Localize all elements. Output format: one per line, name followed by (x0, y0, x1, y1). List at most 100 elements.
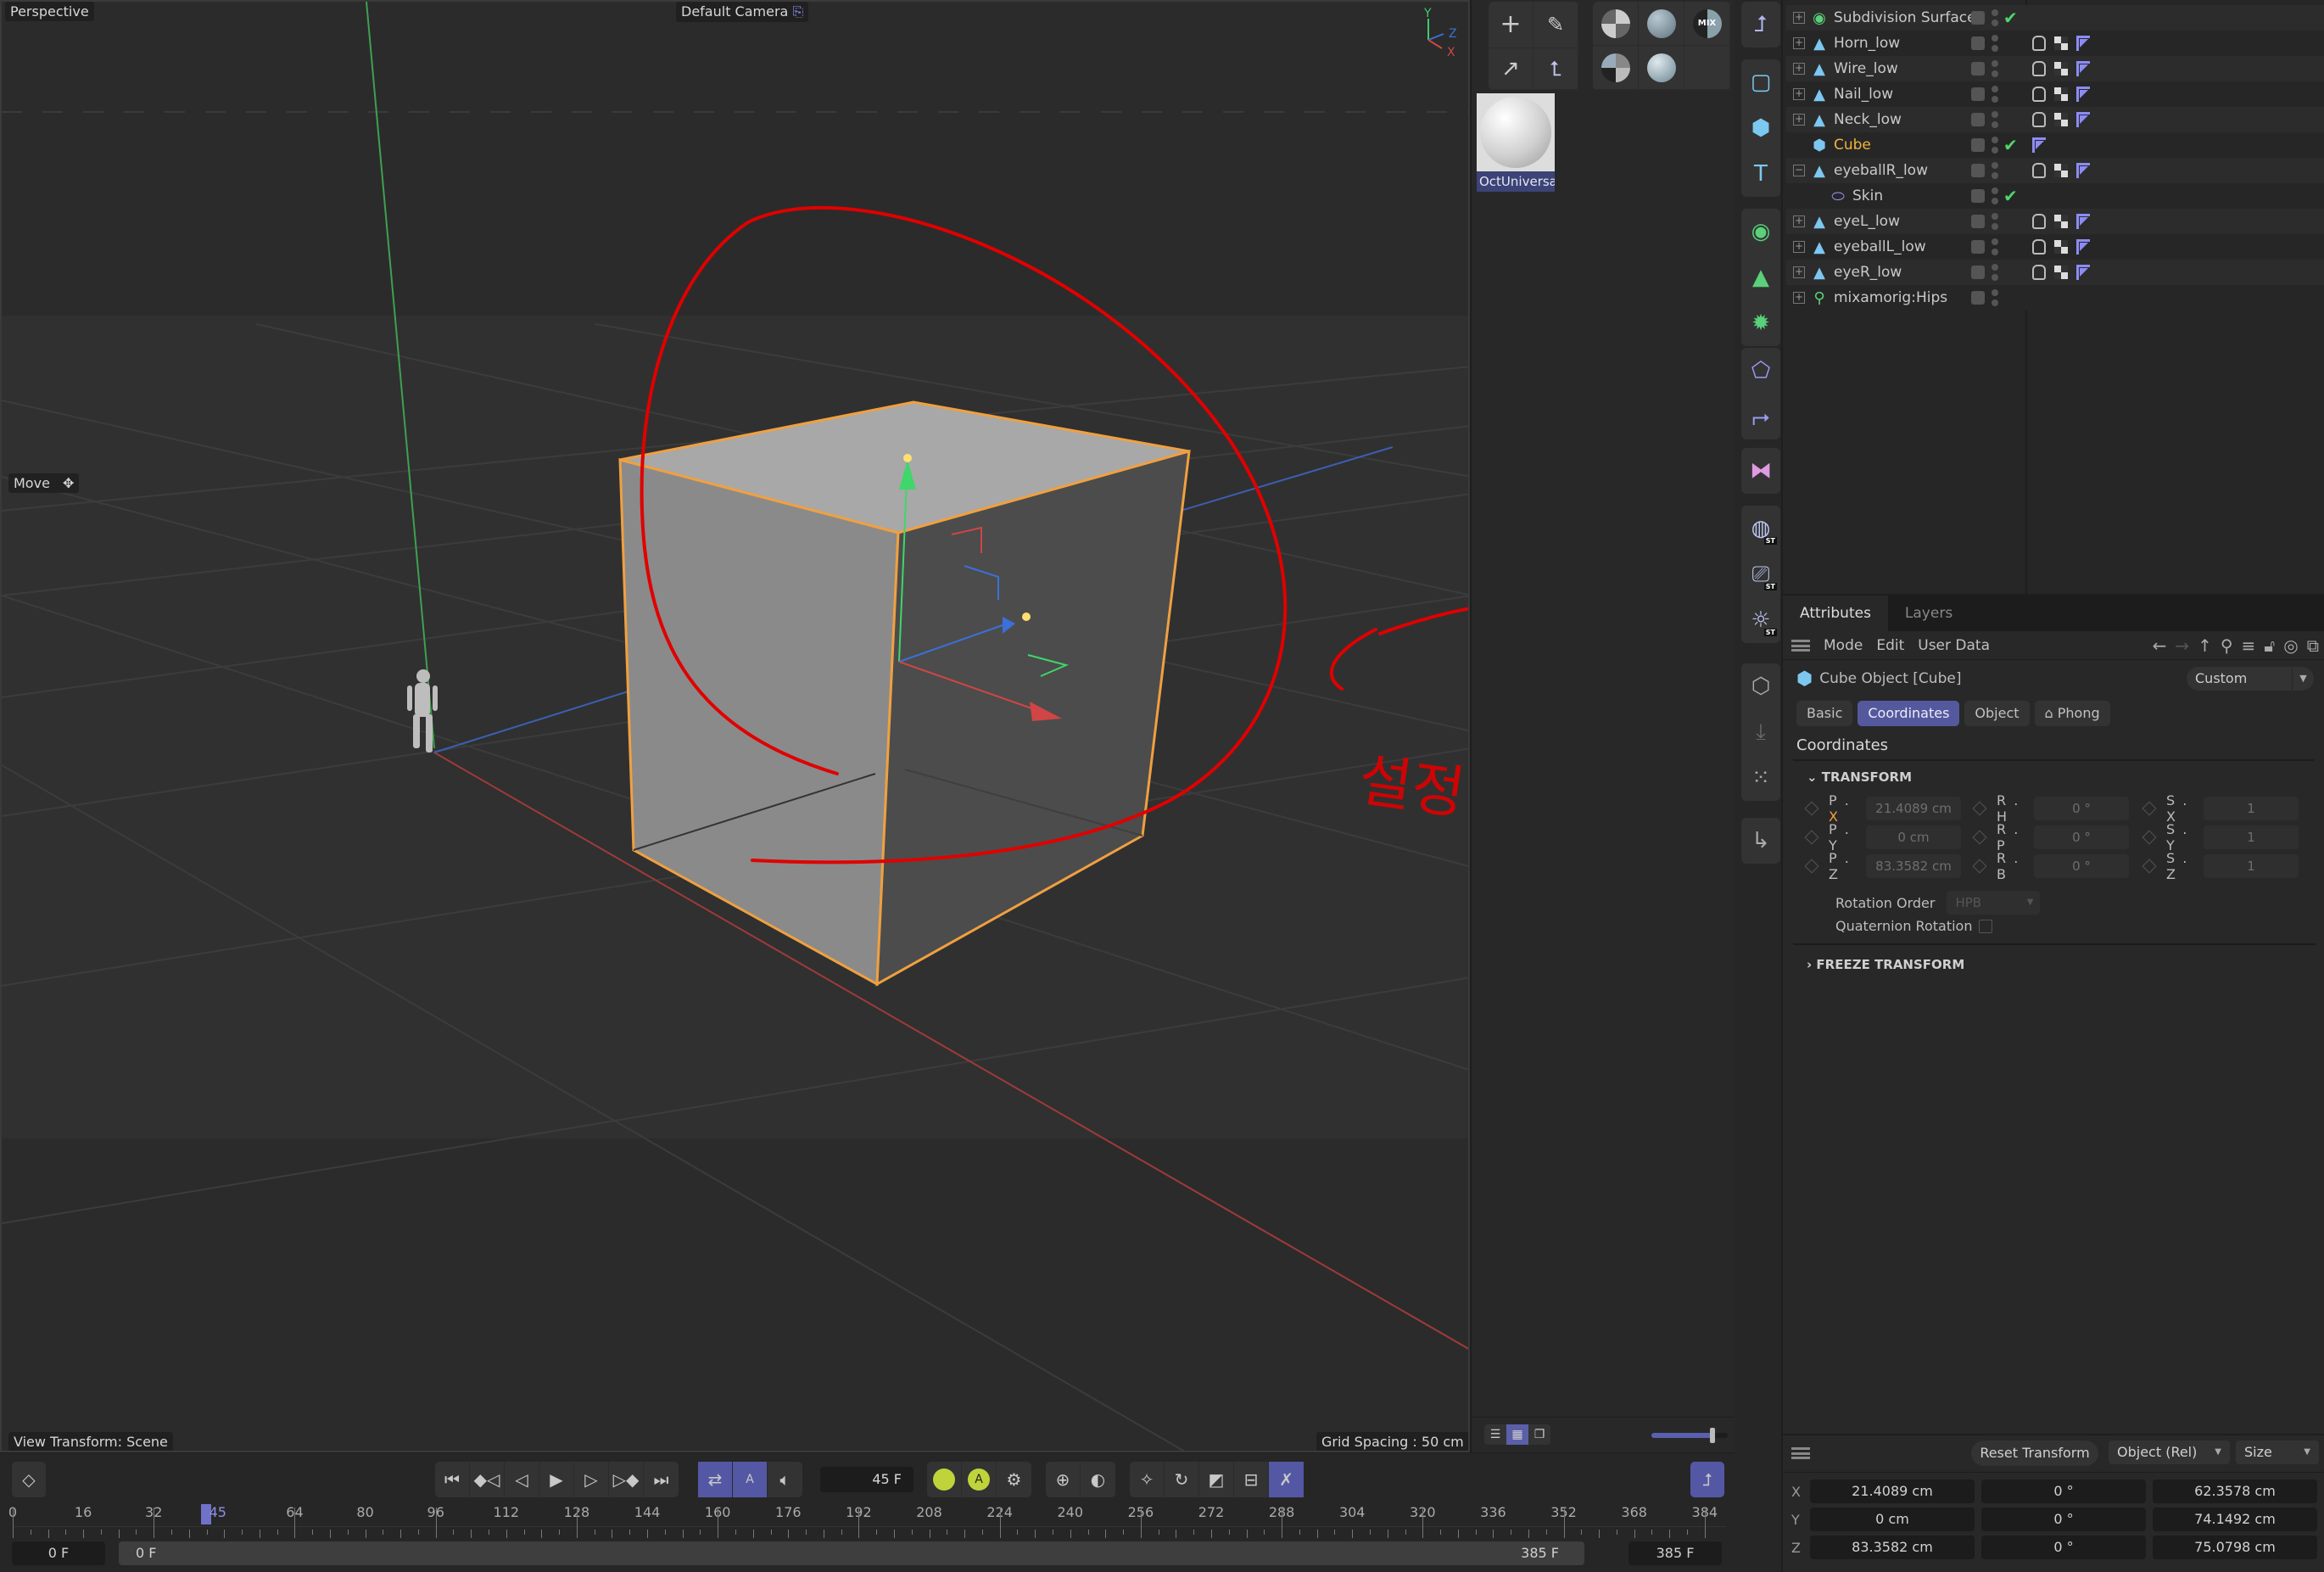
play-button[interactable]: ▶ (539, 1462, 574, 1497)
menu-mode[interactable]: Mode (1824, 637, 1863, 654)
key-parameter-button[interactable]: ⊟ (1234, 1462, 1269, 1497)
reset-transform-button[interactable]: Reset Transform (1971, 1441, 2098, 1466)
position-z-field[interactable]: 83.3582 cm (1866, 854, 1961, 878)
keyframe-icon[interactable] (2142, 801, 2157, 816)
current-frame-field[interactable]: 45 F (820, 1467, 913, 1492)
position-y-field[interactable]: 0 cm (1866, 825, 1961, 849)
rotation-order-select[interactable]: HPB ▼ (1947, 891, 2041, 915)
phong-tag-icon[interactable] (2076, 61, 2090, 76)
hamburger-menu-icon[interactable] (1791, 639, 1810, 652)
object-name[interactable]: Subdivision Surface (1834, 9, 1986, 26)
key-modes-button[interactable]: ◐ (1081, 1462, 1115, 1497)
camera-mode-label[interactable]: Perspective (5, 2, 94, 21)
material-tag-icon[interactable] (2054, 113, 2068, 126)
start-frame-field[interactable]: 0 F (12, 1541, 105, 1565)
end-frame-field[interactable]: 385 F (1628, 1541, 1722, 1565)
phong-tag-icon[interactable] (2076, 87, 2090, 102)
octane-diffuse-button[interactable] (1593, 2, 1639, 46)
keyframe-icon[interactable] (1804, 859, 1819, 874)
protection-tag-icon[interactable] (2032, 36, 2046, 51)
keyframe-button[interactable]: ◇ (12, 1462, 46, 1497)
lock-icon[interactable]: 🔓︎ (2264, 635, 2275, 656)
visibility-dots[interactable] (1992, 60, 1998, 77)
editable-toggle-icon[interactable] (1971, 11, 1985, 25)
editable-toggle-icon[interactable] (1971, 266, 1985, 279)
position-field[interactable]: 21.4089 cm (1810, 1480, 1975, 1503)
keyframe-icon[interactable] (1804, 801, 1819, 816)
light-button[interactable]: ☼ ST (1741, 597, 1780, 643)
previous-key-button[interactable]: ◆◁ (470, 1462, 505, 1497)
object-name[interactable]: Nail_low (1834, 86, 1986, 103)
editable-toggle-icon[interactable] (1971, 87, 1985, 101)
editable-toggle-icon[interactable] (1971, 215, 1985, 228)
keyframe-icon[interactable] (2142, 830, 2157, 845)
object-name[interactable]: eyeL_low (1834, 213, 1986, 230)
object-name[interactable]: mixamorig:Hips (1834, 289, 1986, 306)
visibility-dots[interactable] (1992, 35, 1998, 52)
object-row[interactable]: + ▲ Horn_low (1786, 31, 2324, 56)
phong-tag-icon[interactable] (2076, 163, 2090, 178)
visibility-dots[interactable] (1992, 238, 1998, 255)
menu-user-data[interactable]: User Data (1918, 637, 1990, 654)
new-window-icon[interactable]: ⧉ (2307, 635, 2319, 656)
phong-tag-icon[interactable] (2076, 214, 2090, 229)
rotation-h-field[interactable]: 0 ° (2034, 797, 2129, 820)
expand-icon[interactable]: + (1793, 114, 1805, 126)
import-button[interactable]: ⤓ (1741, 709, 1780, 755)
object-row[interactable]: + ▲ Neck_low (1786, 107, 2324, 132)
octane-mix-button[interactable]: MIX (1684, 2, 1730, 46)
text-tool-button[interactable]: T (1741, 151, 1780, 197)
material-thumbnail[interactable]: OctUniversal (1477, 93, 1555, 192)
visibility-dots[interactable] (1992, 264, 1998, 281)
forward-arrow-icon[interactable]: → (2175, 635, 2189, 656)
playback-rate-button[interactable]: A (733, 1462, 768, 1497)
object-row[interactable]: + ▲ Nail_low (1786, 81, 2324, 107)
protection-tag-icon[interactable] (2032, 214, 2046, 229)
deformer-axis-button[interactable]: ⮣ (1741, 394, 1780, 439)
object-row[interactable]: ⬭ Skin ✔ (1786, 183, 2324, 209)
subdivision-button[interactable]: ◉ (1741, 209, 1780, 255)
key-scale-button[interactable]: ◩ (1199, 1462, 1234, 1497)
spline-tool-button[interactable]: ▢ (1741, 59, 1780, 105)
subtab-phong[interactable]: ⌂ Phong (2034, 701, 2110, 726)
object-row[interactable]: + ◉ Subdivision Surface ✔ (1786, 5, 2324, 31)
editable-toggle-icon[interactable] (1971, 113, 1985, 126)
expand-icon[interactable]: + (1793, 292, 1805, 304)
back-arrow-icon[interactable]: ← (2153, 635, 2167, 656)
scale-x-field[interactable]: 1 (2204, 797, 2299, 820)
material-tag-icon[interactable] (2054, 240, 2068, 254)
viewport[interactable]: Y Z X Perspective Default Camera ⎘ Move … (0, 0, 1470, 1452)
object-name[interactable]: eyeballR_low (1834, 162, 1986, 179)
object-row[interactable]: + ⚲ mixamorig:Hips (1786, 285, 2324, 310)
expand-icon[interactable]: + (1793, 37, 1805, 49)
material-tag-icon[interactable] (2054, 266, 2068, 279)
freeze-transform-header[interactable]: › FREEZE TRANSFORM (1783, 948, 1964, 981)
scale-y-field[interactable]: 1 (2204, 825, 2299, 849)
editable-toggle-icon[interactable] (1971, 164, 1985, 177)
transform-group-header[interactable]: ⌄ TRANSFORM (1783, 761, 2324, 793)
up-arrow-icon[interactable]: ↑ (2198, 635, 2212, 656)
connect-button[interactable]: ↳ (1741, 818, 1780, 864)
editable-toggle-icon[interactable] (1971, 291, 1985, 305)
pick-material-button[interactable]: ✎ (1534, 2, 1578, 48)
object-row[interactable]: + ▲ eyeballL_low (1786, 234, 2324, 260)
record-button[interactable] (927, 1462, 962, 1497)
protection-tag-icon[interactable] (2032, 61, 2046, 76)
protection-tag-icon[interactable] (2032, 239, 2046, 255)
apply-material-button[interactable]: ↗ (1489, 48, 1534, 90)
filter-icon[interactable]: ≡ (2242, 635, 2256, 656)
key-pla-button[interactable]: ✗ (1269, 1462, 1304, 1497)
subtab-basic[interactable]: Basic (1796, 701, 1853, 726)
material-tag-icon[interactable] (2054, 36, 2068, 50)
camera-button[interactable]: ⎚ ST (1741, 551, 1780, 597)
phong-tag-icon[interactable] (2076, 239, 2090, 255)
object-row[interactable]: + ▲ eyeR_low (1786, 260, 2324, 285)
object-name[interactable]: Wire_low (1834, 60, 1986, 77)
preview-range-bar[interactable]: 0 F 385 F (119, 1541, 1584, 1565)
camera-name-label[interactable]: Default Camera ⎘ (676, 2, 809, 22)
tab-layers[interactable]: Layers (1888, 596, 1969, 631)
expand-icon[interactable]: + (1793, 241, 1805, 253)
material-tag-icon[interactable] (2054, 164, 2068, 177)
loop-button[interactable]: ⇄ (698, 1462, 733, 1497)
timeline-ruler[interactable]: 0163264809611212814416017619220822424025… (8, 1504, 1726, 1538)
